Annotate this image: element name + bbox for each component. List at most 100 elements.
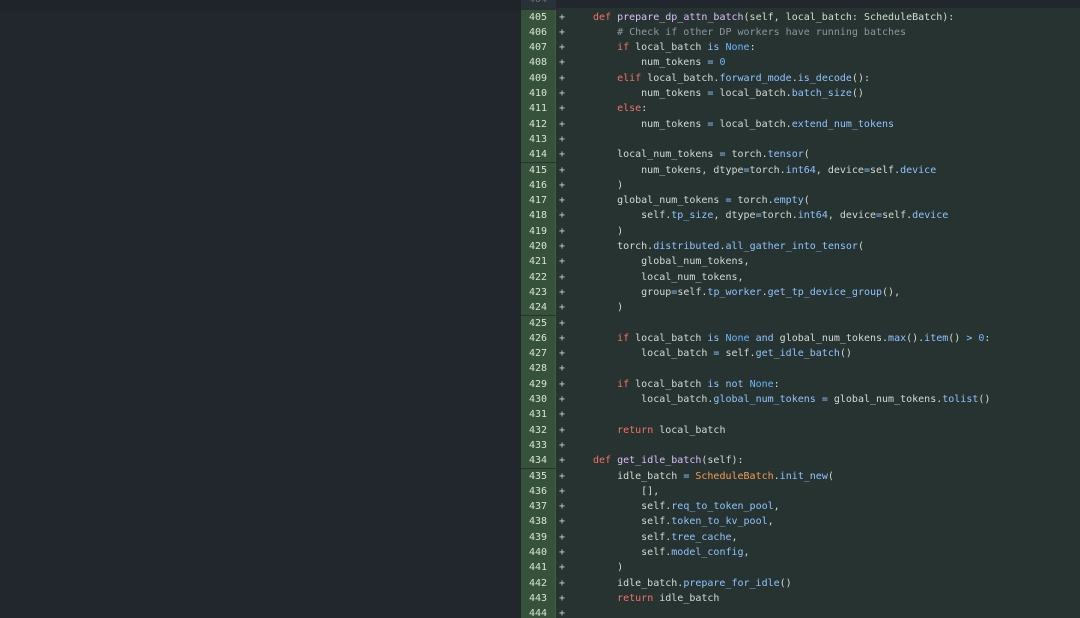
diff-line: 435 + idle_batch = ScheduleBatch.init_new… [521,468,1080,484]
line-number[interactable]: 411 [521,101,555,117]
code-token: torch. [761,210,798,222]
added-line-marker: + [559,11,566,23]
line-number[interactable]: 435 [521,468,555,484]
code-token: = [707,88,720,99]
line-number[interactable]: 412 [521,116,555,132]
line-number[interactable]: 420 [521,239,555,255]
added-line-marker: + [559,424,566,436]
line-number[interactable]: 431 [521,407,555,423]
code-token: (): [851,72,870,84]
code-token: return [617,424,660,436]
gutter-divider [555,315,556,331]
code-token: , [767,516,774,528]
diff-line: 437 + self.req_to_token_pool, [521,499,1080,515]
code-token: get_idle_batch [617,455,702,467]
line-number[interactable]: 419 [521,223,555,239]
line-number[interactable]: 425 [521,315,555,331]
line-number[interactable]: 428 [521,361,555,377]
code-token: , device [815,164,864,176]
code-token: batch_size [791,88,852,99]
code-token: global_num_tokens [713,394,816,405]
code-token: ( [857,241,864,252]
added-line-marker: + [559,103,566,115]
line-number[interactable]: 421 [521,254,555,270]
line-number[interactable]: 429 [521,376,555,392]
line-number[interactable]: 430 [521,392,555,408]
line-number[interactable]: 424 [521,300,555,316]
code-token: self. [869,164,901,176]
code-text: if local_batch is None and global_num_to… [593,331,990,346]
code-token: local_batch [635,378,708,390]
gutter-divider [555,208,556,224]
added-line-marker: + [559,57,566,69]
line-number[interactable]: 408 [521,55,555,71]
line-number[interactable]: 437 [521,499,555,515]
line-number[interactable]: 438 [521,514,555,530]
gutter-divider [555,162,556,178]
added-line-marker: + [559,577,566,589]
code-text: self.tp_size, dtype=torch.int64, device=… [593,208,948,223]
code-token: global_num_tokens. [833,394,943,405]
code-text: local_num_tokens, [593,270,743,285]
added-line-marker: + [559,348,566,360]
line-number[interactable]: 418 [521,208,555,224]
diff-line: 426 + if local_batch is None and global_n… [521,330,1080,347]
code-text: ) [593,560,623,575]
diff-line: 424 + ) [521,300,1080,316]
line-number[interactable]: 415 [521,162,555,178]
diff-line: 431 + [521,407,1080,423]
diff-line: 439 + self.tree_cache, [521,529,1080,545]
line-number[interactable]: 423 [521,284,555,301]
line-number[interactable]: 422 [521,269,555,285]
gutter-divider [555,407,556,423]
added-line-marker: + [559,317,566,329]
added-line-marker: + [559,409,566,421]
left-empty-pane [0,0,521,618]
diff-line: 425 + [521,315,1080,331]
line-number[interactable]: 409 [521,70,555,86]
code-token: (), [882,286,901,298]
code-text: idle_batch.prepare_for_idle() [593,576,792,591]
line-number[interactable]: 436 [521,483,555,500]
line-number[interactable]: 426 [521,330,555,347]
added-line-marker: + [559,195,566,207]
line-number[interactable]: 410 [521,86,555,102]
gutter-divider [555,346,556,362]
code-token: self. [593,547,672,558]
line-number[interactable]: 439 [521,529,555,545]
line-number[interactable]: 414 [521,147,555,163]
line-number[interactable]: 406 [521,24,555,41]
added-line-marker: + [559,562,566,574]
code-token: item [924,332,949,344]
code-token: = [821,394,834,405]
line-number[interactable]: 440 [521,545,555,561]
code-token: get_tp_device_group [767,286,883,298]
line-number[interactable]: 441 [521,560,555,576]
line-number[interactable]: 413 [521,131,555,148]
line-number[interactable]: 417 [521,193,555,209]
code-token: num_tokens [593,88,708,99]
diff-pane[interactable]: 404 405 + def prepare_dp_attn_batch(self, … [521,0,1080,618]
line-number[interactable]: 442 [521,575,555,591]
code-text: global_num_tokens = torch.empty( [593,193,810,208]
code-token: def [593,455,618,467]
line-number[interactable]: 443 [521,590,555,607]
line-number[interactable]: 434 [521,453,555,469]
code-token: , device [827,210,877,222]
added-line-marker: + [559,608,566,618]
added-line-marker: + [559,531,566,543]
line-number[interactable]: 427 [521,346,555,362]
gutter-divider [555,86,556,102]
line-number[interactable]: 432 [521,422,555,438]
line-number[interactable]: 444 [521,606,555,618]
added-line-marker: + [559,332,566,344]
added-line-marker: + [559,394,566,405]
line-number[interactable]: 405 [521,9,555,25]
added-line-marker: + [559,241,566,252]
line-number[interactable]: 407 [521,40,555,56]
line-number[interactable]: 433 [521,437,555,454]
code-token: req_to_token_pool [671,501,774,513]
line-number[interactable]: 416 [521,177,555,194]
code-token: ( [803,149,810,161]
